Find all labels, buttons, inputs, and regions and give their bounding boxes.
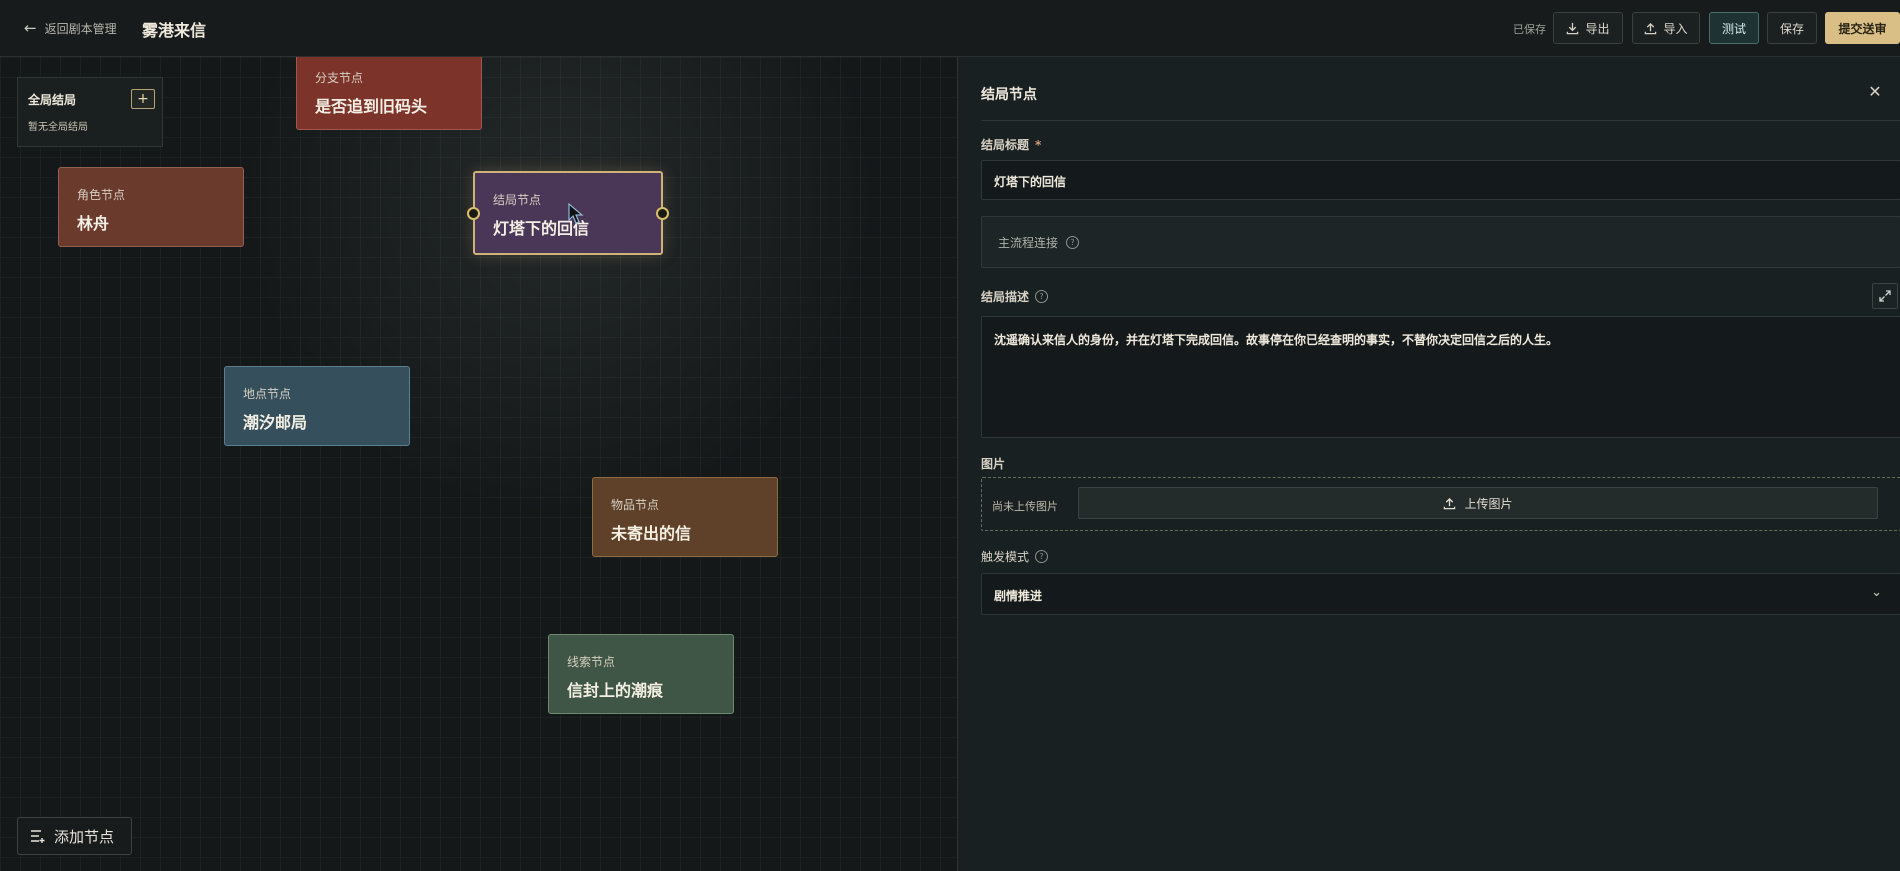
node-title: 林舟 [77,214,110,233]
save-status: 已保存 [1513,23,1546,36]
submit-label: 提交送审 [1838,21,1887,36]
global-endings-panel: 全局结局 + 暂无全局结局 [17,77,163,147]
global-endings-title: 全局结局 [28,93,77,107]
trigger-mode-label: 触发模式 ? [981,548,1049,565]
upload-icon [1444,497,1456,509]
image-label: 图片 [981,457,1006,471]
import-label: 导入 [1663,21,1688,36]
clue-node[interactable]: 线索节点 信封上的潮痕 [548,634,734,714]
back-to-script-management-link[interactable]: ← 返回剧本管理 [24,19,117,37]
node-properties-panel: 结局节点 ✕ 结局标题 * 灯塔下的回信 主流程连接 ? 结局描述 ? 沈遥确认… [958,57,1900,871]
node-type-label: 物品节点 [611,498,660,512]
submit-review-button[interactable]: 提交送审 [1825,12,1900,44]
image-upload-area: 尚未上传图片 上传图片 [981,477,1900,531]
add-global-ending-button[interactable]: + [131,89,155,109]
help-icon[interactable]: ? [1066,235,1080,249]
main-flow-connection-field[interactable]: 主流程连接 ? [981,216,1900,268]
download-icon [1567,22,1579,34]
ending-title-label: 结局标题 * [981,136,1041,153]
trigger-mode-value: 剧情推进 [994,589,1043,603]
main-flow-label: 主流程连接 [998,235,1059,250]
back-label: 返回剧本管理 [44,21,117,36]
place-node[interactable]: 地点节点 潮汐邮局 [224,366,410,446]
node-canvas[interactable]: 全局结局 + 暂无全局结局 分支节点 是否追到旧码头 角色节点 林舟 结局节点 … [0,57,958,871]
description-label-text: 结局描述 [981,290,1030,304]
trigger-mode-label-text: 触发模式 [981,550,1030,564]
image-upload-status: 尚未上传图片 [992,500,1058,513]
ending-title-input[interactable]: 灯塔下的回信 [981,160,1900,200]
node-type-label: 角色节点 [77,188,126,202]
close-icon[interactable]: ✕ [1862,78,1888,104]
output-connection-handle[interactable] [656,207,669,220]
list-add-icon [31,830,45,843]
add-node-label: 添加节点 [54,827,115,846]
ending-description-textarea[interactable]: 沈遥确认来信人的身份，并在灯塔下完成回信。故事停在你已经查明的事实，不替你决定回… [981,316,1900,438]
ending-node-selected[interactable]: 结局节点 灯塔下的回信 [467,171,669,255]
upload-icon [1645,22,1657,34]
ending-title-label-text: 结局标题 [981,138,1030,152]
global-endings-empty-text: 暂无全局结局 [28,122,88,133]
upload-image-button[interactable]: 上传图片 [1078,487,1878,519]
description-label: 结局描述 ? [981,288,1049,305]
panel-divider [981,120,1900,121]
upload-image-label: 上传图片 [1464,496,1513,511]
top-bar: ← 返回剧本管理 雾港来信 已保存 导出 导入 测试 保存 提交送审 [0,0,1900,57]
import-button[interactable]: 导入 [1632,12,1700,44]
save-button[interactable]: 保存 [1767,12,1817,44]
help-icon[interactable]: ? [1035,550,1049,563]
node-title: 是否追到旧码头 [315,97,428,116]
node-type-label: 分支节点 [315,71,364,85]
arrow-left-icon: ← [24,19,37,37]
node-type-label: 地点节点 [243,387,292,401]
save-label: 保存 [1779,21,1804,36]
node-title: 信封上的潮痕 [567,681,664,700]
role-node[interactable]: 角色节点 林舟 [58,167,244,247]
add-node-button[interactable]: 添加节点 [17,817,132,855]
node-type-label: 结局节点 [493,193,542,207]
export-button[interactable]: 导出 [1553,12,1623,44]
required-mark: * [1035,137,1042,152]
input-connection-handle[interactable] [467,207,480,220]
node-title: 未寄出的信 [611,524,692,543]
expand-icon[interactable] [1872,283,1898,309]
expand-arrows-icon [1879,290,1891,302]
trigger-mode-select[interactable]: 剧情推进 ⌄ [981,573,1900,615]
script-title: 雾港来信 [142,21,207,40]
item-node[interactable]: 物品节点 未寄出的信 [592,477,778,557]
chevron-down-icon: ⌄ [1871,585,1882,600]
export-label: 导出 [1585,21,1610,36]
node-type-label: 线索节点 [567,655,616,669]
test-button[interactable]: 测试 [1709,12,1759,44]
panel-title: 结局节点 [981,87,1037,103]
node-title: 潮汐邮局 [243,413,308,432]
test-label: 测试 [1721,21,1746,36]
mouse-cursor-icon [568,203,584,224]
branch-node[interactable]: 分支节点 是否追到旧码头 [296,57,482,130]
help-icon[interactable]: ? [1035,290,1049,303]
